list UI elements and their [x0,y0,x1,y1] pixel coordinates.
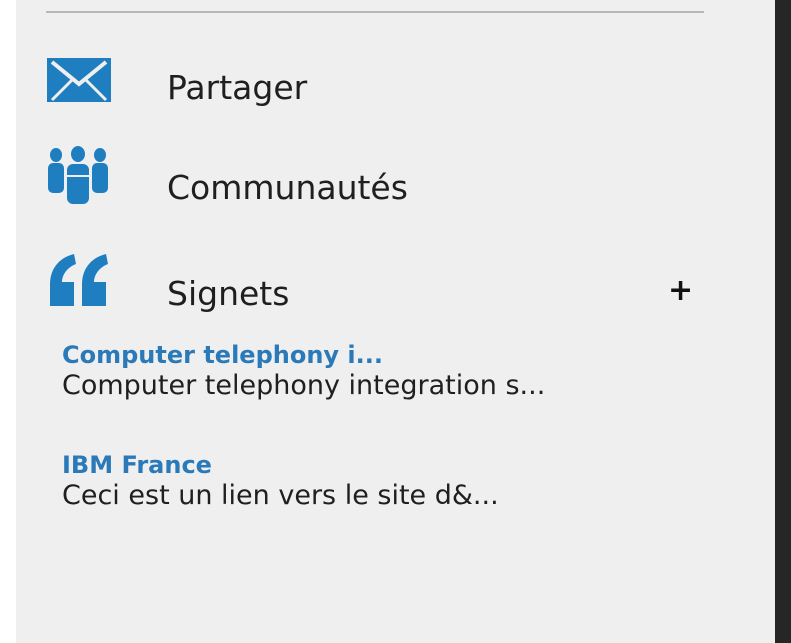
quote-marks-icon [46,252,112,312]
bookmark-title-link[interactable]: Computer telephony i... [62,340,682,370]
people-group-icon [46,146,112,214]
bookmark-description: Ceci est un lien vers le site d&... [62,480,499,511]
add-bookmark-button[interactable]: + [668,276,693,306]
nav-item-share[interactable]: Partager [46,58,686,118]
nav-item-communities[interactable]: Communautés [46,146,686,207]
panel-border [775,0,791,643]
nav-label-communities: Communautés [167,168,408,207]
bookmark-description: Computer telephony integration s... [62,370,546,401]
bookmark-item: IBM France Ceci est un lien vers le site… [62,450,682,512]
bookmark-item: Computer telephony i... Computer telepho… [62,340,682,402]
bookmark-title-link[interactable]: IBM France [62,450,682,480]
envelope-icon [46,58,112,106]
nav-item-bookmarks[interactable]: Signets [46,252,686,313]
nav-label-bookmarks: Signets [167,274,290,313]
divider [46,11,704,13]
nav-label-share: Partager [167,68,308,107]
